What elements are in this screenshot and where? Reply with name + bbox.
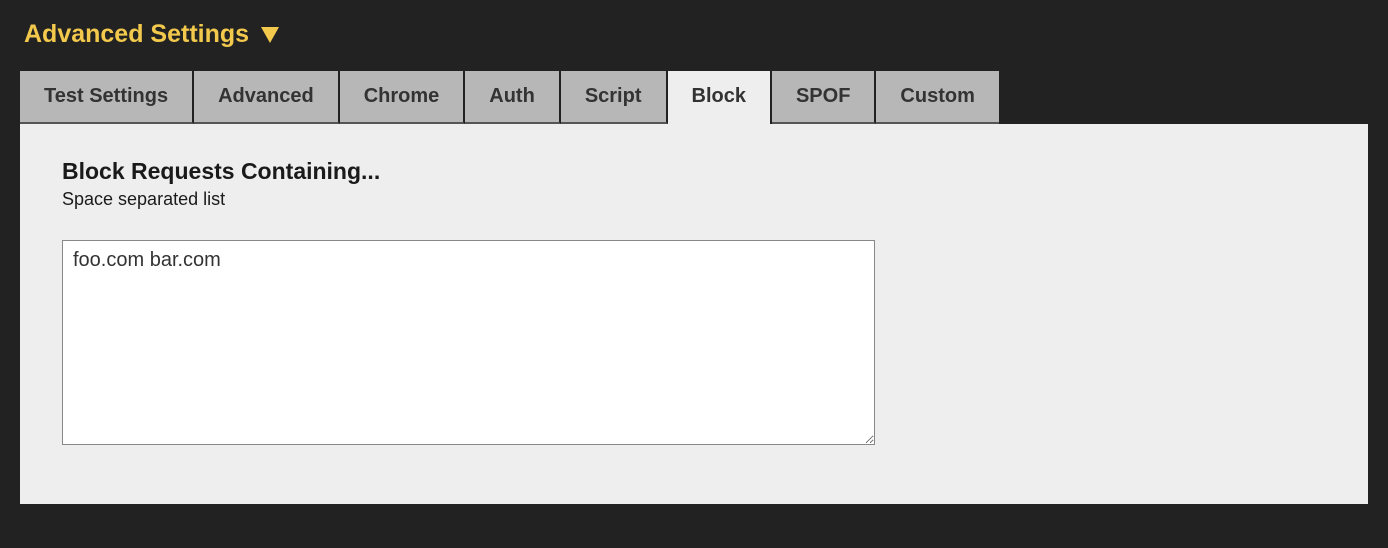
tab-advanced[interactable]: Advanced — [194, 71, 340, 124]
tab-block[interactable]: Block — [668, 71, 772, 124]
advanced-settings-header[interactable]: Advanced Settings — [20, 20, 1368, 49]
tab-chrome[interactable]: Chrome — [340, 71, 466, 124]
tabs-bar: Test Settings Advanced Chrome Auth Scrip… — [20, 71, 1368, 124]
block-section-title: Block Requests Containing... — [62, 158, 1326, 185]
triangle-down-icon[interactable] — [261, 27, 279, 43]
tab-spof[interactable]: SPOF — [772, 71, 876, 124]
advanced-settings-title[interactable]: Advanced Settings — [24, 20, 249, 49]
tab-auth[interactable]: Auth — [465, 71, 561, 124]
tab-test-settings[interactable]: Test Settings — [20, 71, 194, 124]
block-domains-textarea[interactable] — [62, 240, 875, 445]
tab-content: Block Requests Containing... Space separ… — [20, 124, 1368, 504]
block-section-subtitle: Space separated list — [62, 189, 1326, 210]
tab-script[interactable]: Script — [561, 71, 668, 124]
tab-custom[interactable]: Custom — [876, 71, 998, 124]
